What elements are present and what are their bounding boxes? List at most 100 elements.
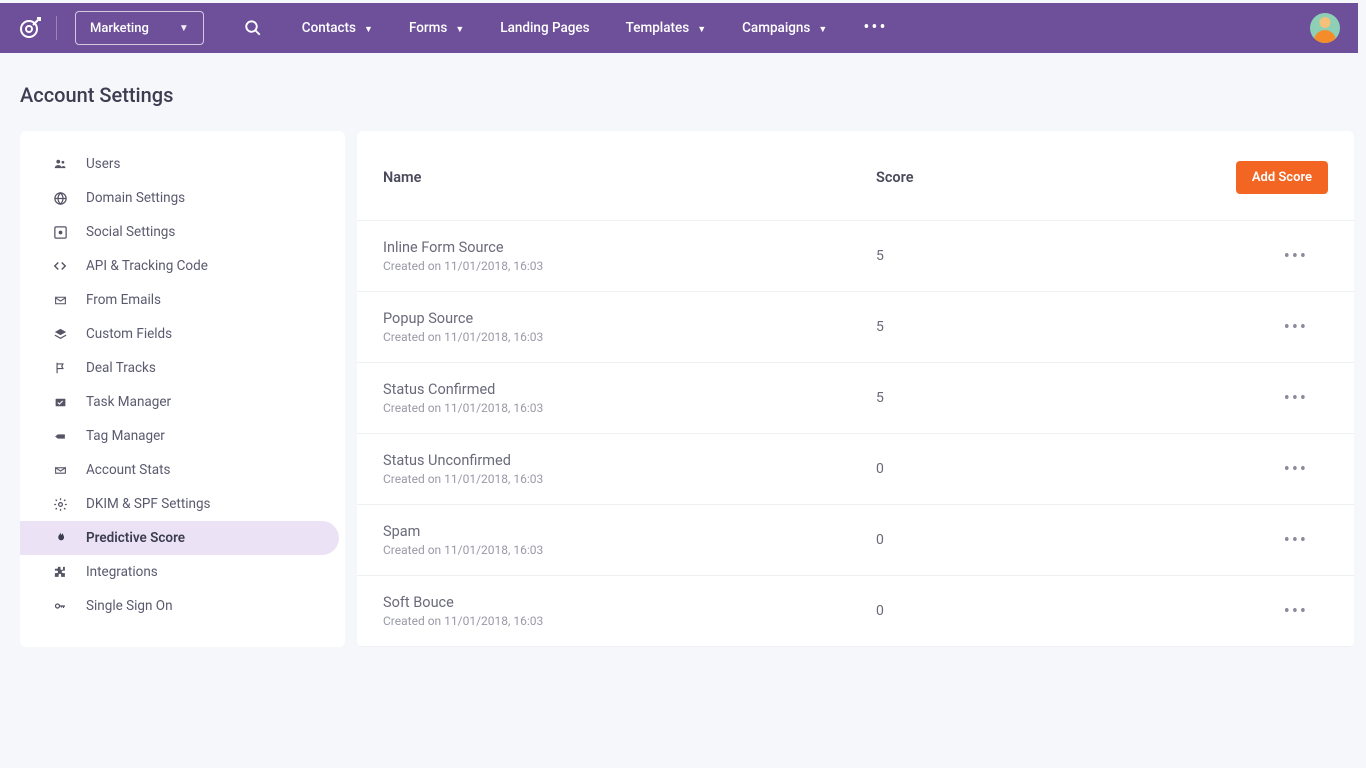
mail-icon	[52, 294, 68, 307]
tag-icon	[52, 430, 68, 443]
row-score: 0	[876, 461, 1156, 477]
row-actions-menu[interactable]: •••	[1284, 530, 1328, 551]
social-icon	[52, 225, 68, 240]
sidebar-item-tasks[interactable]: Task Manager	[20, 385, 339, 419]
table-body: Inline Form Source Created on 11/01/2018,…	[357, 221, 1354, 647]
row-title: Spam	[383, 523, 876, 540]
nav-contacts[interactable]: Contacts ▼	[302, 20, 373, 36]
row-score: 5	[876, 248, 1156, 264]
row-actions-menu[interactable]: •••	[1284, 246, 1328, 267]
sidebar-label: Domain Settings	[86, 190, 185, 206]
track-icon	[52, 360, 68, 376]
sidebar-label: From Emails	[86, 292, 161, 308]
sidebar-label: Predictive Score	[86, 530, 185, 546]
app-selector-label: Marketing	[90, 21, 149, 36]
nav-label: Landing Pages	[500, 20, 589, 36]
nav-label: Campaigns	[742, 20, 810, 36]
scores-panel: Name Score Add Score Inline Form Source C…	[357, 131, 1354, 647]
row-title: Popup Source	[383, 310, 876, 327]
app-selector[interactable]: Marketing ▼	[75, 11, 204, 45]
row-created: Created on 11/01/2018, 16:03	[383, 330, 876, 344]
key-icon	[52, 600, 68, 612]
row-name-cell: Soft BouceCreated on 11/01/2018, 16:03	[383, 594, 876, 628]
row-score: 5	[876, 390, 1156, 406]
table-row: Status Unconfirmed Created on 11/01/2018,…	[357, 434, 1354, 505]
chevron-down-icon: ▼	[697, 24, 706, 35]
table-row: Soft BouceCreated on 11/01/2018, 16:030 •…	[357, 576, 1354, 647]
row-score: 0	[876, 532, 1156, 548]
top-header: Marketing ▼ Contacts ▼ Forms ▼ Landing Pag…	[0, 3, 1358, 53]
app-logo[interactable]	[18, 16, 42, 40]
table-row: Spam Created on 11/01/2018, 16:030 •••	[357, 505, 1354, 576]
users-icon	[52, 157, 68, 171]
row-actions-menu[interactable]: •••	[1284, 388, 1328, 409]
table-row: Inline Form SourceCreated on 11/01/2018,…	[357, 221, 1354, 292]
row-created: Created on 11/01/2018, 16:03	[383, 614, 876, 628]
sidebar-item-domain[interactable]: Domain Settings	[20, 181, 339, 215]
nav-landing-pages[interactable]: Landing Pages	[500, 20, 589, 36]
row-title: Status Confirmed	[383, 381, 876, 398]
sidebar-label: Integrations	[86, 564, 158, 580]
row-created: Created on 11/01/2018, 16:03	[383, 543, 876, 557]
row-name-cell: Inline Form SourceCreated on 11/01/2018,…	[383, 239, 876, 273]
chevron-down-icon: ▼	[179, 23, 189, 34]
nav-label: Forms	[409, 20, 447, 36]
sidebar-label: Task Manager	[86, 394, 171, 410]
nav-forms[interactable]: Forms ▼	[409, 20, 464, 36]
sidebar-label: Account Stats	[86, 462, 170, 478]
user-avatar[interactable]	[1310, 13, 1340, 43]
sidebar-item-predictive[interactable]: Predictive Score	[20, 521, 339, 555]
row-title: Inline Form Source	[383, 239, 876, 256]
gear-icon	[52, 497, 68, 512]
row-actions-menu[interactable]: •••	[1284, 601, 1328, 622]
page-title: Account Settings	[0, 53, 1358, 131]
row-score: 5	[876, 319, 1156, 335]
chevron-down-icon: ▼	[364, 24, 373, 35]
sidebar-label: Social Settings	[86, 224, 175, 240]
plugin-icon	[52, 565, 68, 580]
column-score: Score	[876, 169, 1156, 186]
sidebar-item-sso[interactable]: Single Sign On	[20, 589, 339, 623]
sidebar-label: Single Sign On	[86, 598, 173, 614]
task-icon	[52, 396, 68, 409]
sidebar-item-dkim[interactable]: DKIM & SPF Settings	[20, 487, 339, 521]
sidebar-item-fields[interactable]: Custom Fields	[20, 317, 339, 351]
sidebar-item-stats[interactable]: Account Stats	[20, 453, 339, 487]
stats-icon	[52, 464, 68, 477]
row-name-cell: Status Confirmed Created on 11/01/2018, 1…	[383, 381, 876, 415]
nav-label: Contacts	[302, 20, 356, 36]
row-name-cell: Status Unconfirmed Created on 11/01/2018,…	[383, 452, 876, 486]
chevron-down-icon: ▼	[455, 24, 464, 35]
add-score-button[interactable]: Add Score	[1236, 161, 1328, 194]
sidebar-item-tracks[interactable]: Deal Tracks	[20, 351, 339, 385]
sidebar-item-tags[interactable]: Tag Manager	[20, 419, 339, 453]
table-header: Name Score Add Score	[357, 131, 1354, 221]
sidebar-label: Deal Tracks	[86, 360, 156, 376]
row-actions-menu[interactable]: •••	[1284, 317, 1328, 338]
row-created: Created on 11/01/2018, 16:03	[383, 401, 876, 415]
search-button[interactable]	[244, 19, 262, 37]
nav-campaigns[interactable]: Campaigns ▼	[742, 20, 827, 36]
sidebar-label: Custom Fields	[86, 326, 172, 342]
chevron-down-icon: ▼	[818, 24, 827, 35]
table-row: Popup Source Created on 11/01/2018, 16:03…	[357, 292, 1354, 363]
nav-more[interactable]: •••	[863, 19, 887, 37]
code-icon	[52, 259, 68, 273]
row-title: Status Unconfirmed	[383, 452, 876, 469]
sidebar-item-api[interactable]: API & Tracking Code	[20, 249, 339, 283]
row-name-cell: Popup Source Created on 11/01/2018, 16:03	[383, 310, 876, 344]
sidebar-item-users[interactable]: Users	[20, 147, 339, 181]
row-actions-menu[interactable]: •••	[1284, 459, 1328, 480]
row-created: Created on 11/01/2018, 16:03	[383, 472, 876, 486]
sidebar-item-emails[interactable]: From Emails	[20, 283, 339, 317]
nav-label: Templates	[626, 20, 690, 36]
layers-icon	[52, 327, 68, 342]
nav-templates[interactable]: Templates ▼	[626, 20, 707, 36]
header-divider	[56, 16, 57, 40]
sidebar-label: Users	[86, 156, 120, 172]
column-name: Name	[383, 169, 876, 186]
row-score: 0	[876, 603, 1156, 619]
sidebar-label: Tag Manager	[86, 428, 165, 444]
sidebar-item-integrations[interactable]: Integrations	[20, 555, 339, 589]
sidebar-item-social[interactable]: Social Settings	[20, 215, 339, 249]
